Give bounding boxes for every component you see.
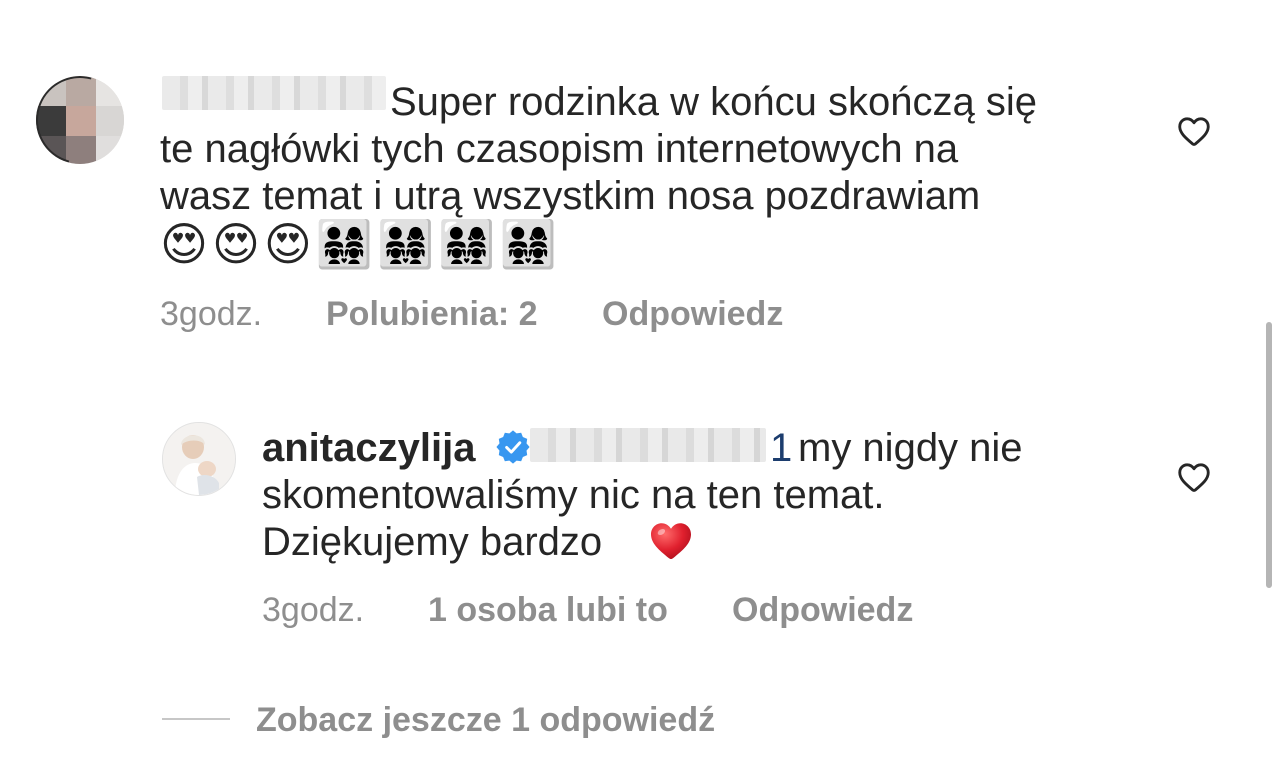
reply-button[interactable]: Odpowiedz bbox=[732, 590, 913, 630]
like-heart-icon[interactable] bbox=[1174, 112, 1214, 150]
comment-timestamp: 3godz. bbox=[160, 295, 263, 333]
comment-likes-count[interactable]: Polubienia: 2 bbox=[326, 294, 538, 334]
red-heart-emoji bbox=[651, 523, 691, 559]
avatar-photo bbox=[163, 423, 235, 495]
commenter-username-redacted[interactable] bbox=[162, 76, 386, 110]
reply-label: Odpowiedz bbox=[732, 591, 914, 629]
reply-label: Odpowiedz bbox=[602, 295, 784, 333]
scrollbar[interactable] bbox=[1266, 322, 1272, 588]
reply-timestamp: 3godz. bbox=[262, 591, 365, 629]
reply-button[interactable]: Odpowiedz bbox=[602, 294, 783, 334]
reply-username[interactable]: anitaczylija bbox=[262, 424, 475, 472]
mentioned-username-redacted[interactable] bbox=[530, 428, 766, 462]
comment-emojis: 😍😍😍👨‍👩‍👧‍👧👨‍👩‍👧‍👧👨‍👩‍👧‍👧👨‍👩‍👧‍👧 bbox=[160, 217, 561, 271]
likes-label: Polubienia: 2 bbox=[326, 295, 538, 333]
mention-tail[interactable]: 1 bbox=[770, 424, 792, 472]
view-more-replies-button[interactable]: Zobacz jeszcze 1 odpowiedź bbox=[256, 700, 715, 740]
reply-author-avatar[interactable] bbox=[162, 422, 236, 496]
reply-text-line: Dziękujemy bardzo bbox=[262, 520, 603, 564]
reply-likes-count[interactable]: 1 osoba lubi to bbox=[428, 590, 668, 630]
like-heart-icon[interactable] bbox=[1174, 458, 1214, 496]
comment-text-line: wasz temat i utrą wszystkim nosa pozdraw… bbox=[160, 174, 981, 218]
verified-badge-icon bbox=[496, 430, 530, 464]
reply-text-line: skomentowaliśmy nic na ten temat. bbox=[262, 473, 885, 517]
reply-text-line: my nigdy nie bbox=[798, 426, 1023, 470]
comment-text-line: te nagłówki tych czasopism internetowych… bbox=[160, 127, 959, 171]
view-more-divider bbox=[162, 718, 230, 720]
commenter-avatar[interactable] bbox=[36, 76, 124, 164]
comment-text-line: Super rodzinka w końcu skończą się bbox=[390, 80, 1037, 124]
likes-label: 1 osoba lubi to bbox=[428, 591, 668, 629]
